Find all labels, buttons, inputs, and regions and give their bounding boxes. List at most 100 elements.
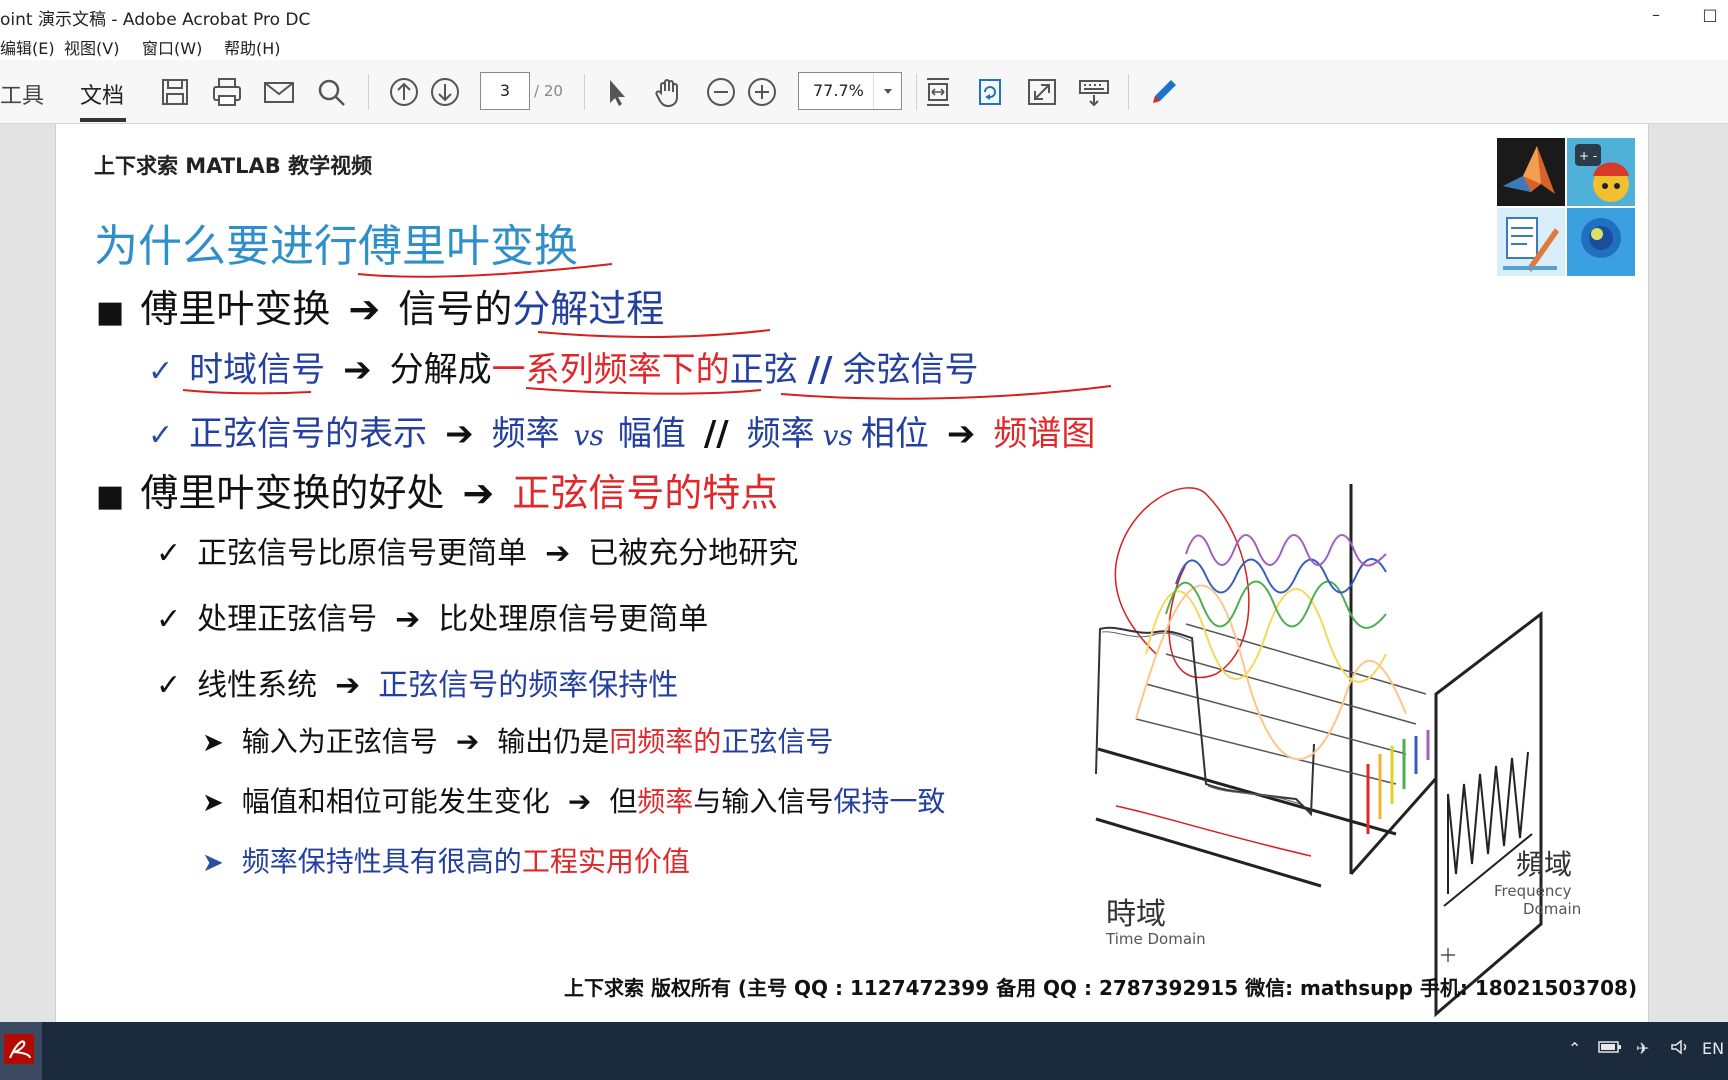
b1-2-text-i: 频谱图: [993, 414, 1096, 454]
window-title: oint 演示文稿 - Adobe Acrobat Pro DC: [0, 10, 311, 30]
b2-3-1-text-c: 同频率的: [609, 725, 722, 758]
b2-text-b: 正弦信号的特点: [512, 471, 779, 515]
hand-tool-icon[interactable]: [650, 73, 688, 111]
check-icon: ✓: [148, 418, 174, 453]
pen-icon[interactable]: [1145, 73, 1183, 111]
minimize-button[interactable]: –: [1636, 2, 1676, 28]
b2-3-2-text-d: 与输入信号: [693, 785, 834, 818]
check-icon: ✓: [148, 354, 174, 389]
menu-help[interactable]: 帮助(H): [224, 35, 281, 59]
frequency-domain-label-en-1: Frequency: [1494, 882, 1572, 900]
b2-2-text-a: 处理正弦信号: [197, 602, 378, 637]
previous-page-icon[interactable]: [385, 73, 423, 111]
frequency-domain-label-en-2: Domain: [1523, 900, 1581, 918]
drawing-tools-icon: [1497, 208, 1565, 276]
toolbar: 工具 文档 3 / 20 77.7%: [0, 60, 1728, 124]
slide-header: 上下求索 MATLAB 教学视频: [94, 154, 373, 178]
b2-2-text-b: 比处理原信号更简单: [438, 602, 709, 637]
search-icon[interactable]: [312, 73, 350, 111]
fit-page-icon[interactable]: [919, 73, 957, 111]
bullet-2-1: ✓ 正弦信号比原信号更简单 ➔ 已被充分地研究: [156, 528, 798, 572]
tab-document[interactable]: 文档: [80, 78, 124, 110]
menu-edit[interactable]: 编辑(E): [0, 35, 55, 59]
document-area[interactable]: 上下求索 MATLAB 教学视频 为什么要进行傅里叶变换 ■ 傅里叶变换 ➔ 信号的分…: [0, 124, 1728, 1022]
battery-icon[interactable]: [1598, 1039, 1622, 1059]
arrow-icon: ➔: [445, 414, 474, 454]
tab-tools[interactable]: 工具: [0, 78, 44, 110]
chevron-down-icon[interactable]: [873, 73, 901, 109]
zoom-select[interactable]: 77.7%: [798, 72, 902, 110]
check-icon: ✓: [156, 602, 182, 637]
arrow-icon: ➔: [335, 668, 361, 703]
b2-text-a: 傅里叶变换的好处: [140, 471, 445, 515]
page-total: / 20: [534, 82, 563, 100]
b2-1-text-b: 已被充分地研究: [588, 536, 799, 571]
time-domain-label-en: Time Domain: [1105, 930, 1206, 948]
b2-3-2-text-b: 但: [609, 785, 638, 818]
toolbar-separator: [584, 74, 585, 110]
airplane-mode-icon[interactable]: ✈: [1636, 1039, 1649, 1058]
zoom-in-icon[interactable]: [743, 73, 781, 111]
arrow-icon: ➔: [545, 536, 571, 571]
arrow-icon: ➔: [462, 471, 495, 515]
print-icon[interactable]: [208, 73, 246, 111]
menu-bar: 编辑(E) 视图(V) 窗口(W) 帮助(H): [0, 30, 1728, 60]
b2-3-2-text-e: 保持一致: [833, 785, 946, 818]
arrow-icon: ➔: [567, 785, 592, 818]
b1-text-b: 信号的: [398, 287, 513, 331]
b1-2-text-e: //: [703, 414, 729, 454]
vertical-scrollbar[interactable]: [1700, 124, 1728, 1022]
bullet-2-3-3: ➤ 频率保持性具有很高的工程实用价值: [202, 840, 690, 880]
bullet-2-3-1: ➤ 输入为正弦信号 ➔ 输出仍是同频率的正弦信号: [202, 720, 833, 760]
heatmap-thumbnail-icon: [1567, 208, 1635, 276]
square-bullet-icon: ■: [96, 295, 125, 330]
restore-button[interactable]: □: [1690, 2, 1728, 28]
toolbar-separator: [1128, 74, 1129, 110]
toolbar-separator: [368, 74, 369, 110]
b1-2-text-b: 频率: [491, 414, 560, 454]
b2-3-2-text-a: 幅值和相位可能发生变化: [241, 785, 550, 818]
chevron-right-icon: ➤: [202, 848, 224, 878]
arrow-icon: ➔: [395, 602, 421, 637]
save-icon[interactable]: [156, 73, 194, 111]
zoom-value: 77.7%: [813, 81, 864, 100]
bullet-2-2: ✓ 处理正弦信号 ➔ 比处理原信号更简单: [156, 594, 708, 638]
b2-3-1-text-d: 正弦信号: [721, 725, 834, 758]
b1-2-text-f: 频率: [746, 414, 815, 454]
page-number-input[interactable]: 3: [480, 72, 530, 110]
zoom-out-icon[interactable]: [702, 73, 740, 111]
arrow-icon: ➔: [348, 287, 381, 331]
matlab-logo-icon: [1497, 138, 1565, 206]
mail-icon[interactable]: [260, 73, 298, 111]
full-screen-icon[interactable]: [1023, 73, 1061, 111]
acrobat-taskbar-icon[interactable]: [0, 1022, 42, 1080]
check-icon: ✓: [156, 668, 182, 703]
taskbar: ⌃ ✈ EN: [0, 1022, 1728, 1080]
b1-2-text-c: vs: [573, 419, 604, 452]
menu-window[interactable]: 窗口(W): [142, 35, 202, 59]
rotate-view-icon[interactable]: [971, 73, 1009, 111]
chevron-right-icon: ➤: [202, 788, 224, 818]
b1-text-a: 傅里叶变换: [140, 287, 331, 331]
volume-icon[interactable]: [1670, 1039, 1692, 1059]
menu-view[interactable]: 视图(V): [64, 35, 119, 59]
arrow-icon: ➔: [455, 725, 480, 758]
b1-2-text-d: 幅值: [617, 414, 686, 454]
next-page-icon[interactable]: [426, 73, 464, 111]
bullet-1-2: ✓ 正弦信号的表示 ➔ 频率 vs 幅值//频率 vs 相位 ➔ 频谱图: [148, 406, 1095, 455]
svg-text:+ -: + -: [1579, 149, 1597, 163]
input-language[interactable]: EN: [1702, 1039, 1724, 1058]
select-pointer-icon[interactable]: [598, 73, 636, 111]
cartoon-thumbnail-icon: + -: [1567, 138, 1635, 206]
b1-2-text-h: 相位: [860, 414, 929, 454]
logo-thumbnails: + -: [1497, 138, 1637, 278]
active-tab-indicator: [80, 118, 126, 122]
b2-3-2-text-c: 频率: [637, 785, 694, 818]
b2-3-text-b: 正弦信号的频率保持性: [378, 668, 679, 703]
b1-2-text-a: 正弦信号的表示: [189, 414, 428, 454]
check-icon: ✓: [156, 536, 182, 571]
chevron-up-icon[interactable]: ⌃: [1568, 1039, 1581, 1058]
title-bar: oint 演示文稿 - Adobe Acrobat Pro DC – □: [0, 0, 1728, 30]
keyboard-icon[interactable]: [1075, 73, 1113, 111]
arrow-icon: ➔: [946, 414, 976, 454]
